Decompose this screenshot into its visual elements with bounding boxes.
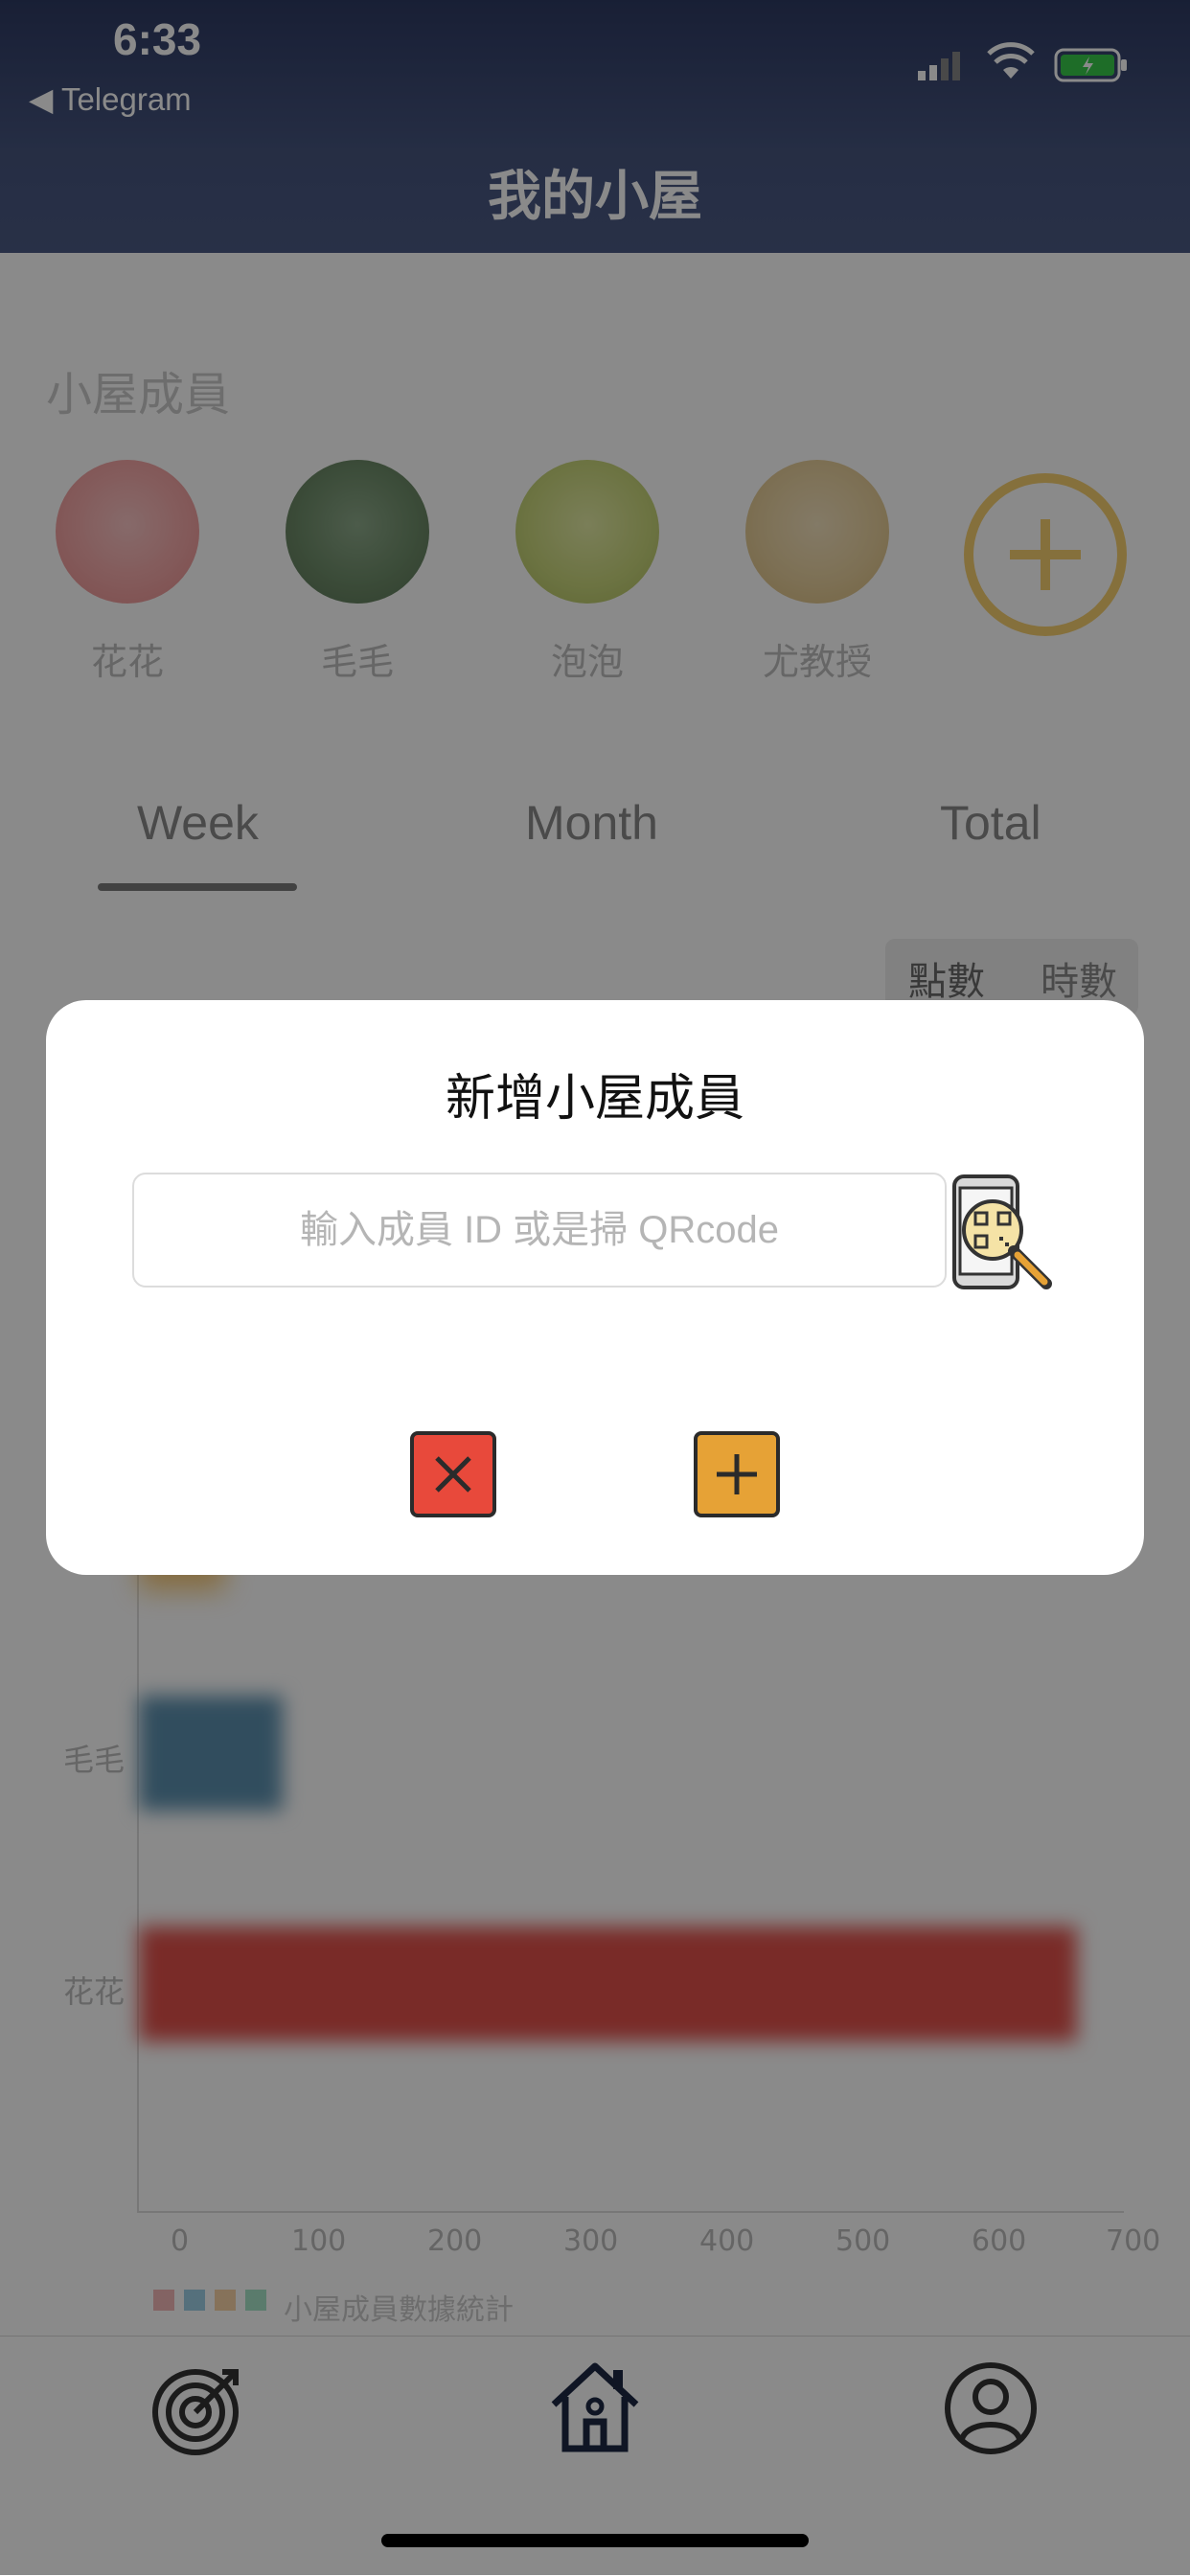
plus-icon [717,1454,757,1494]
confirm-add-button[interactable] [694,1431,780,1517]
cancel-button[interactable] [410,1431,496,1517]
add-member-dialog: 新增小屋成員 [46,1000,1144,1575]
close-icon [435,1456,471,1493]
qr-scan-icon[interactable] [947,1173,1062,1297]
member-id-input[interactable] [132,1173,947,1288]
home-indicator [381,2534,809,2547]
dialog-title: 新增小屋成員 [445,1070,744,1128]
